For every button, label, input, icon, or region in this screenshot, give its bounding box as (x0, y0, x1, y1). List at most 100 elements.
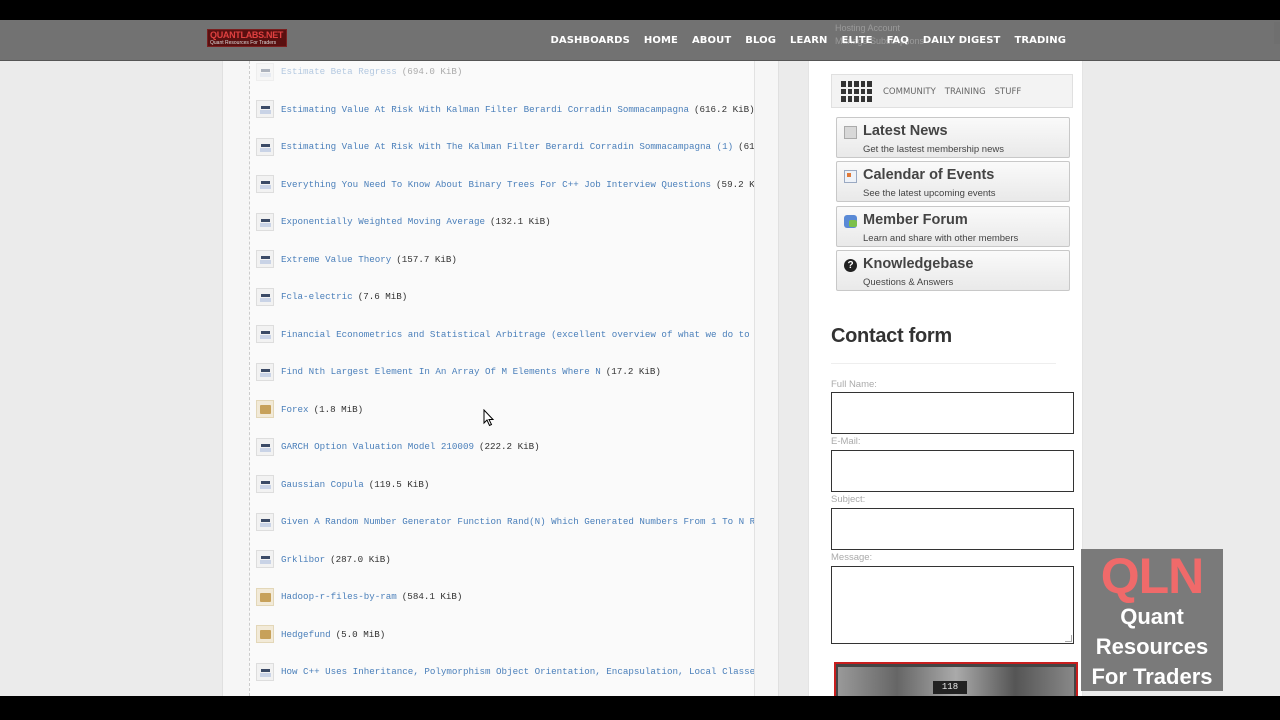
captcha-code: 118 (933, 681, 967, 694)
file-row[interactable]: Estimating Value At Risk With Kalman Fil… (256, 99, 754, 119)
archive-file-icon (256, 625, 274, 643)
subject-label: Subject: (831, 494, 866, 505)
image-file-icon (256, 212, 274, 231)
file-link[interactable]: Find Nth Largest Element In An Array Of … (281, 366, 601, 377)
latest-news-card[interactable]: Latest News Get the lastest membership n… (836, 117, 1070, 158)
file-row[interactable]: Extreme Value Theory (157.7 KiB) (256, 249, 457, 269)
file-size: (157.7 KiB) (396, 253, 457, 265)
file-list: Estimate Volatility(88.6 KiB)Estimate Be… (249, 61, 755, 696)
message-textarea[interactable] (831, 566, 1074, 644)
nav-link-about[interactable]: ABOUT (692, 35, 731, 46)
tab-stuff[interactable]: STUFF (995, 87, 1022, 97)
member-forum-card[interactable]: Member Forum Learn and share with other … (836, 206, 1070, 247)
file-size: (132.1 KiB) (490, 216, 551, 227)
file-row[interactable]: Exponentially Weighted Moving Average (13… (256, 212, 551, 232)
file-size: (287.0 KiB) (330, 553, 391, 565)
file-row[interactable]: Hadoop-r-files-by-ram (584.1 KiB) (256, 587, 462, 607)
file-link[interactable]: How C++ Uses Inheritance, Polymorphism O… (281, 666, 754, 677)
image-file-icon (256, 475, 274, 493)
file-row[interactable]: Fcla-electric (7.6 MiB) (256, 287, 407, 307)
nav-link-daily-digest[interactable]: DAILY DIGEST (923, 35, 1001, 46)
file-link[interactable]: Hadoop-r-files-by-ram (281, 591, 397, 602)
image-file-icon (256, 512, 274, 531)
knowledgebase-card[interactable]: ? Knowledgebase Questions & Answers (836, 250, 1070, 291)
file-size: (17.2 KiB) (605, 366, 661, 377)
file-row[interactable]: GARCH Option Valuation Model 210009 (222.… (256, 437, 540, 457)
nav-link-elite[interactable]: ELITE (842, 35, 873, 46)
file-link[interactable]: Hedgefund (281, 629, 331, 640)
file-row[interactable]: Find Nth Largest Element In An Array Of … (256, 362, 661, 382)
file-link[interactable]: Gaussian Copula (281, 479, 364, 490)
card-title: Latest News (863, 123, 948, 139)
file-link[interactable]: Everything You Need To Know About Binary… (281, 179, 711, 190)
file-link[interactable]: Estimating Value At Risk With Kalman Fil… (281, 104, 689, 115)
sidebar: COMMUNITY TRAINING STUFF Latest News Get… (808, 61, 1083, 696)
image-file-icon (256, 437, 274, 456)
image-file-icon (256, 662, 274, 681)
file-link[interactable]: Financial Econometrics and Statistical A… (281, 329, 750, 340)
subject-input[interactable] (831, 508, 1074, 550)
letterbox-top (0, 0, 1280, 20)
sidebar-tab-bar: COMMUNITY TRAINING STUFF (831, 74, 1073, 108)
image-file-icon (256, 100, 274, 118)
file-row[interactable]: Estimating Value At Risk With The Kalman… (256, 137, 754, 157)
forum-icon (844, 215, 857, 228)
file-row[interactable]: Financial Econometrics and Statistical A… (256, 324, 754, 344)
nav-link-faq[interactable]: FAQ (887, 35, 909, 46)
image-file-icon (256, 362, 274, 381)
card-subtitle: Questions & Answers (863, 277, 954, 288)
card-title: Knowledgebase (863, 256, 974, 272)
card-subtitle: Get the lastest membership news (863, 144, 1004, 155)
file-row[interactable]: Hedgefund (5.0 MiB) (256, 624, 385, 644)
file-link[interactable]: Exponentially Weighted Moving Average (281, 216, 485, 227)
file-link[interactable]: Extreme Value Theory (281, 254, 391, 265)
file-row[interactable]: Gaussian Copula (119.5 KiB) (256, 474, 429, 494)
image-file-icon (256, 62, 274, 81)
file-row[interactable]: Estimate Beta Regress (694.0 KiB) (256, 62, 462, 82)
file-row[interactable]: Given A Random Number Generator Function… (256, 512, 754, 532)
full-name-label: Full Name: (831, 379, 877, 390)
file-link[interactable]: Forex (281, 404, 309, 415)
archive-file-icon (256, 587, 274, 606)
logo-subtext: Quant Resources For Traders (210, 40, 277, 46)
card-title: Calendar of Events (863, 167, 995, 183)
email-input[interactable] (831, 450, 1074, 492)
grid-menu-icon[interactable] (841, 81, 872, 102)
main-nav: DASHBOARDS HOME ABOUT BLOG LEARN ELITE F… (536, 20, 1066, 61)
captcha-image: 118 (834, 662, 1078, 696)
top-navbar: QUANTLABS.NET Quant Resources For Trader… (0, 20, 1280, 61)
email-label: E-Mail: (831, 436, 861, 447)
nav-link-learn[interactable]: LEARN (790, 35, 828, 46)
watermark-line: For Traders (1091, 664, 1213, 689)
file-link[interactable]: Grklibor (281, 554, 325, 565)
news-icon (844, 126, 857, 139)
nav-link-blog[interactable]: BLOG (745, 35, 776, 46)
image-file-icon (256, 550, 274, 568)
image-file-icon (256, 175, 274, 193)
card-subtitle: Learn and share with other members (863, 233, 1019, 244)
file-link[interactable]: Given A Random Number Generator Function… (281, 516, 754, 527)
file-size: (5.0 MiB) (335, 628, 386, 640)
full-name-input[interactable] (831, 392, 1074, 434)
file-link[interactable]: GARCH Option Valuation Model 210009 (281, 441, 474, 452)
file-link[interactable]: Fcla-electric (281, 291, 353, 302)
archive-file-icon (256, 400, 274, 418)
watermark-line: Resources (1095, 634, 1209, 659)
logo-text: QUANTLABS.NET (210, 30, 284, 40)
image-file-icon (256, 137, 274, 156)
file-row[interactable]: How C++ Uses Inheritance, Polymorphism O… (256, 662, 754, 682)
nav-link-home[interactable]: HOME (644, 35, 678, 46)
calendar-of-events-card[interactable]: Calendar of Events See the latest upcomi… (836, 161, 1070, 202)
tab-training[interactable]: TRAINING (945, 87, 986, 97)
site-logo[interactable]: QUANTLABS.NET Quant Resources For Trader… (207, 29, 287, 47)
message-label: Message: (831, 552, 873, 563)
file-link[interactable]: Estimating Value At Risk With The Kalman… (281, 141, 733, 152)
tab-community[interactable]: COMMUNITY (883, 87, 936, 97)
file-size: (222.2 KiB) (478, 441, 540, 452)
nav-link-dashboards[interactable]: DASHBOARDS (550, 35, 629, 46)
nav-link-trading[interactable]: TRADING (1014, 35, 1066, 46)
file-row[interactable]: Everything You Need To Know About Binary… (256, 174, 754, 194)
file-row[interactable]: Forex (1.8 MiB) (256, 399, 363, 419)
file-row[interactable]: Grklibor (287.0 KiB) (256, 549, 391, 569)
file-link[interactable]: Estimate Beta Regress (281, 66, 397, 77)
